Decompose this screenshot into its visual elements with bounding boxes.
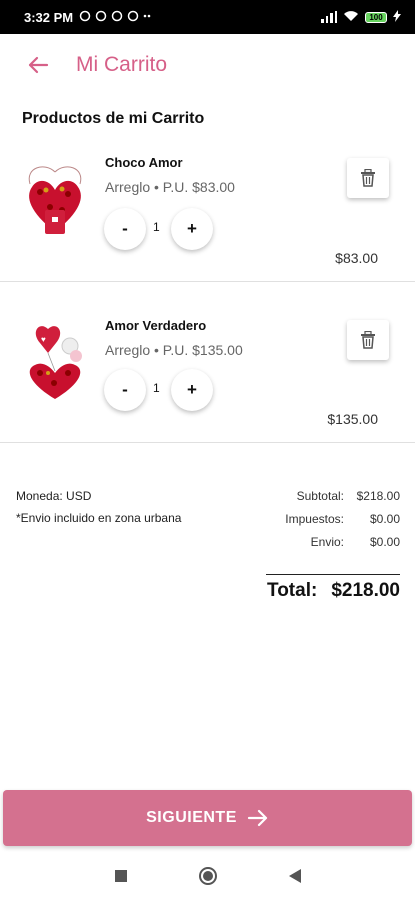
square-icon <box>114 870 127 882</box>
battery-icon: 100 <box>365 11 387 23</box>
svg-text:♥: ♥ <box>41 335 46 344</box>
order-total: Total: $218.00 <box>267 580 400 602</box>
notification-icons <box>79 10 151 25</box>
cart-item: ♥ Amor Verdadero Arreglo • P.U. $135.00 … <box>0 303 415 463</box>
back-button[interactable] <box>18 45 58 85</box>
back-nav-button[interactable] <box>288 868 302 884</box>
delete-item-button[interactable] <box>347 158 389 198</box>
section-title: Productos de mi Carrito <box>22 110 205 127</box>
system-navigation-bar <box>0 852 415 900</box>
product-name: Amor Verdadero <box>105 318 207 333</box>
total-label: Total: <box>267 580 318 601</box>
trash-icon <box>361 331 375 349</box>
product-name: Choco Amor <box>105 155 183 170</box>
home-button[interactable] <box>198 866 218 886</box>
wifi-icon <box>343 10 359 25</box>
product-description: Arreglo • P.U. $135.00 <box>105 342 243 358</box>
currency-label: Moneda: USD <box>16 489 92 503</box>
decrease-quantity-button[interactable]: - <box>104 369 146 411</box>
product-image <box>20 162 90 242</box>
cart-item: Choco Amor Arreglo • P.U. $83.00 - 1 + $… <box>0 140 415 300</box>
divider <box>0 442 415 443</box>
arrow-left-icon <box>28 56 49 74</box>
total-divider <box>266 574 400 575</box>
taxes-label: Impuestos: <box>285 512 344 526</box>
subtotal-label: Subtotal: <box>296 489 344 503</box>
total-value: $218.00 <box>331 580 400 601</box>
status-time: 3:32 PM <box>24 9 74 25</box>
status-bar: 3:32 PM 100 <box>0 0 415 34</box>
shipping-row: Envio: $0.00 <box>285 535 400 549</box>
triangle-back-icon <box>288 869 301 883</box>
subtotal-row: Subtotal: $218.00 <box>285 489 400 503</box>
decrease-quantity-button[interactable]: - <box>104 208 146 250</box>
taxes-row: Impuestos: $0.00 <box>285 512 400 526</box>
product-image: ♥ <box>20 321 90 401</box>
next-button[interactable]: SIGUIENTE <box>3 790 412 846</box>
product-description: Arreglo • P.U. $83.00 <box>105 179 235 195</box>
app-header: Mi Carrito <box>0 34 415 96</box>
divider <box>0 281 415 282</box>
increase-quantity-button[interactable]: + <box>171 369 213 411</box>
battery-level: 100 <box>369 12 383 22</box>
quantity-value: 1 <box>153 220 160 234</box>
charging-icon <box>393 9 401 25</box>
subtotal-value: $218.00 <box>356 489 400 503</box>
next-button-label: SIGUIENTE <box>146 809 237 826</box>
increase-quantity-button[interactable]: + <box>171 208 213 250</box>
order-summary: Subtotal: $218.00 Impuestos: $0.00 Envio… <box>285 489 400 558</box>
shipping-note: *Envio incluido en zona urbana <box>16 511 182 525</box>
shipping-label: Envio: <box>310 535 344 549</box>
shipping-value: $0.00 <box>369 535 400 549</box>
trash-icon <box>361 169 375 187</box>
arrow-right-icon <box>247 809 267 827</box>
delete-item-button[interactable] <box>347 320 389 360</box>
signal-icon <box>321 11 337 23</box>
quantity-value: 1 <box>153 381 160 395</box>
order-notes: Moneda: USD *Envio incluido en zona urba… <box>16 489 181 533</box>
item-total-price: $83.00 <box>335 250 378 266</box>
circle-icon <box>198 867 217 885</box>
item-total-price: $135.00 <box>327 411 378 427</box>
taxes-value: $0.00 <box>369 512 400 526</box>
page-title: Mi Carrito <box>76 53 168 76</box>
recents-button[interactable] <box>114 869 128 883</box>
